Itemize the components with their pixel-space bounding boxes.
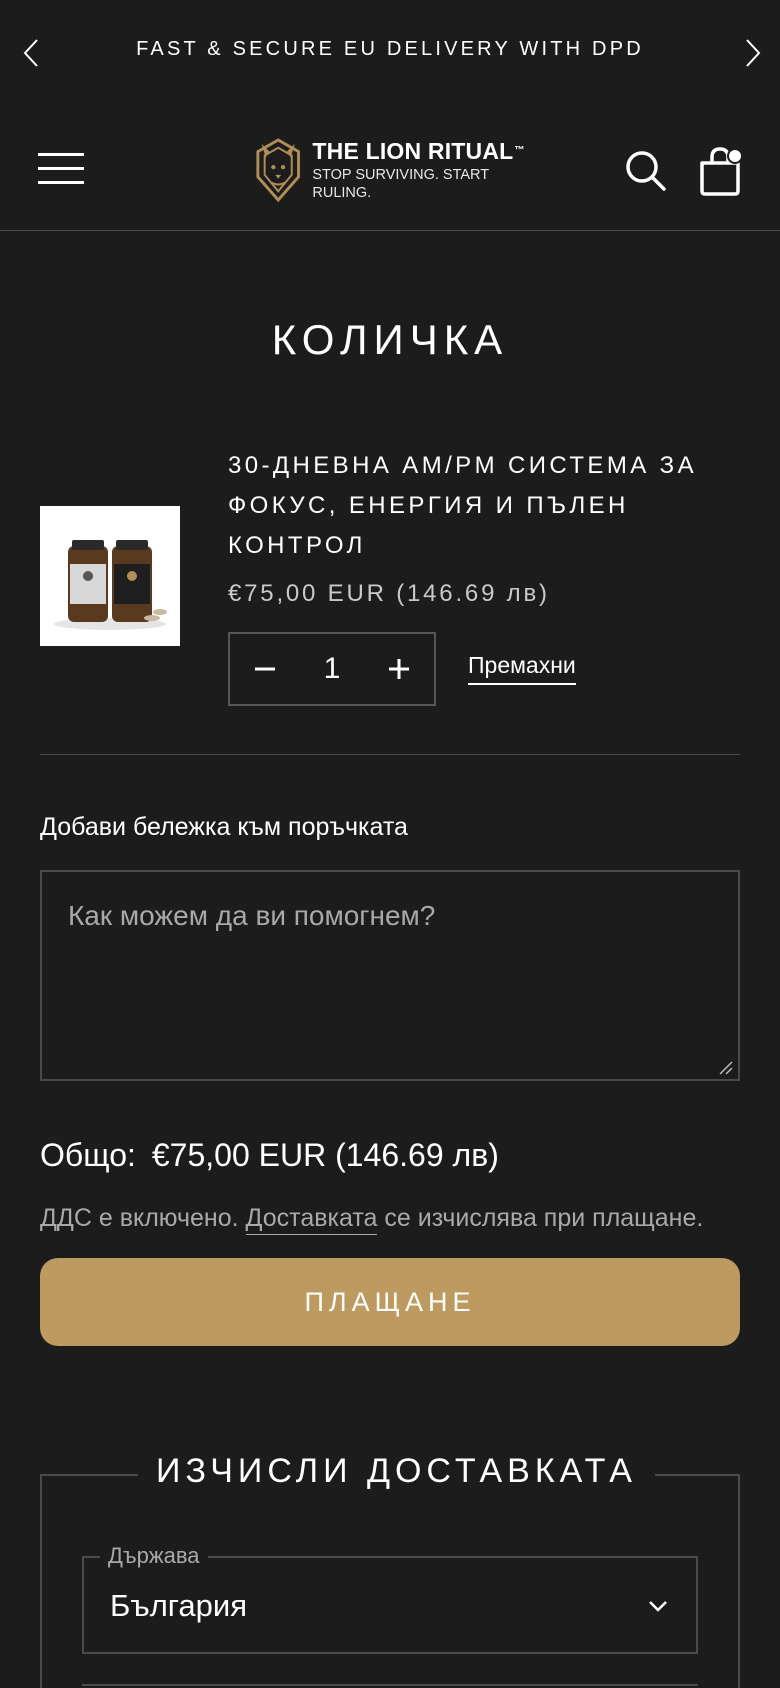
- total-value: €75,00 EUR (146.69 лв): [151, 1137, 499, 1173]
- brand-logo[interactable]: THE LION RITUAL™ STOP SURVIVING. START R…: [254, 136, 544, 204]
- shipping-link[interactable]: Доставката: [245, 1204, 378, 1235]
- announcement-bar: FAST & SECURE EU DELIVERY WITH DPD: [0, 0, 780, 103]
- total-label: Общо:: [40, 1137, 136, 1173]
- page-title: КОЛИЧКА: [271, 316, 509, 363]
- brand-name: THE LION RITUAL™: [312, 138, 525, 164]
- search-icon[interactable]: [624, 149, 668, 193]
- chevron-down-icon: [649, 1601, 667, 1612]
- order-note-label: Добави бележка към поръчката: [40, 813, 408, 841]
- hamburger-menu-icon[interactable]: [38, 151, 84, 185]
- quantity-stepper: 1: [228, 632, 436, 706]
- checkout-button[interactable]: ПЛАЩАНЕ: [40, 1258, 740, 1346]
- country-label: Държава: [100, 1543, 208, 1569]
- order-note-textarea[interactable]: [40, 870, 740, 1081]
- brand-tagline: STOP SURVIVING. START RULING.: [312, 167, 489, 201]
- country-select[interactable]: Държава България: [82, 1543, 698, 1654]
- tax-note: ДДС е включено. Доставката се изчислява …: [40, 1204, 704, 1235]
- province-select[interactable]: [82, 1684, 698, 1688]
- cart-total: Общо: €75,00 EUR (146.69 лв): [40, 1137, 499, 1174]
- product-price: €75,00 EUR (146.69 лв): [228, 580, 550, 607]
- minus-icon[interactable]: [230, 634, 300, 704]
- quantity-value[interactable]: 1: [300, 652, 364, 686]
- remove-item-link[interactable]: Премахни: [468, 652, 576, 685]
- country-value: България: [110, 1588, 248, 1623]
- divider: [40, 754, 740, 755]
- tax-prefix: ДДС е включено.: [40, 1204, 239, 1232]
- lion-logo-icon: [256, 138, 300, 203]
- announcement-message: FAST & SECURE EU DELIVERY WITH DPD: [136, 38, 644, 60]
- cart-count-badge: [727, 148, 743, 164]
- product-image[interactable]: [40, 506, 180, 646]
- site-header: THE LION RITUAL™ STOP SURVIVING. START R…: [0, 103, 780, 231]
- shipping-estimator-title: ИЗЧИСЛИ ДОСТАВКАТА: [138, 1452, 655, 1491]
- chevron-right-icon[interactable]: [738, 36, 768, 70]
- plus-icon[interactable]: [364, 634, 434, 704]
- resize-handle-icon[interactable]: [718, 1060, 734, 1076]
- product-title[interactable]: 30-ДНЕВНА AM/PM СИСТЕМА ЗА ФОКУС, ЕНЕРГИ…: [228, 446, 748, 566]
- tax-suffix: се изчислява при плащане.: [384, 1204, 704, 1232]
